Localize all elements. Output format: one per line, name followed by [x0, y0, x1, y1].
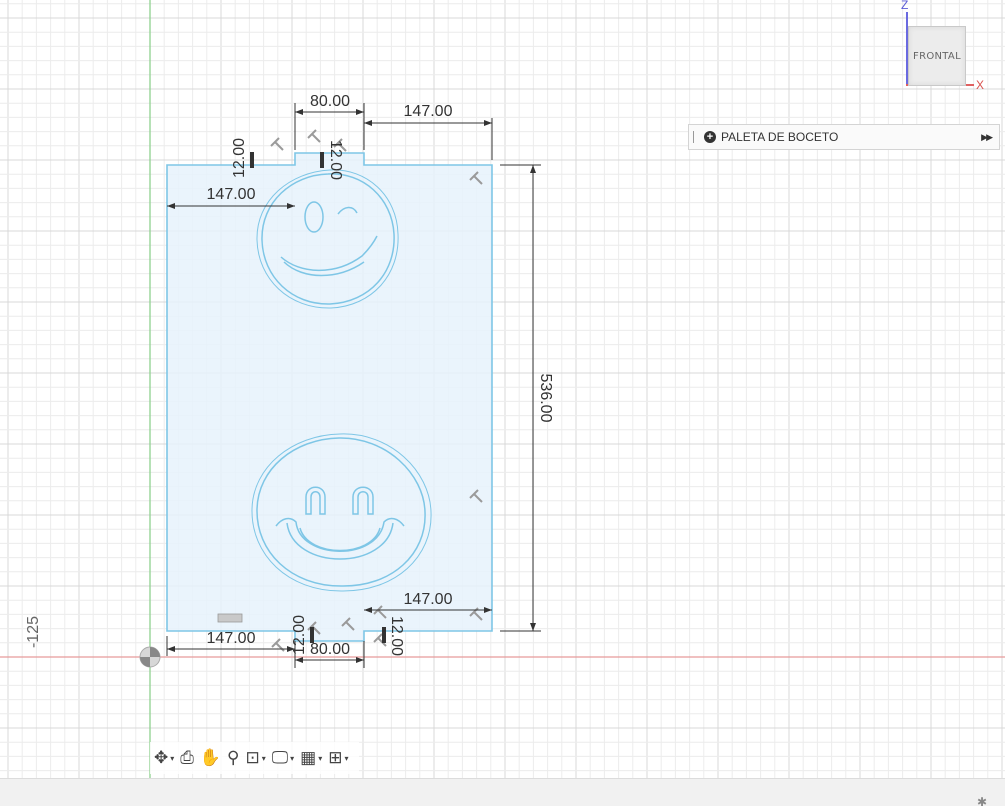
axis-coordinate-label: -125	[25, 616, 42, 648]
zoom-icon-glyph: ⚲	[227, 748, 240, 767]
pan-hand-icon-glyph: ✋	[199, 748, 222, 767]
display-settings-icon-glyph: 🖵	[271, 748, 289, 767]
grid-settings-icon[interactable]: ▦ ▾	[300, 748, 322, 768]
double-chevron-right-icon[interactable]: ▶▶	[981, 132, 993, 143]
dim-bottom-left-notch-depth[interactable]: 12.00	[291, 615, 308, 655]
dim-top-right-offset[interactable]: 147.00	[404, 103, 453, 120]
dim-bottom-notch-width[interactable]: 80.00	[310, 641, 350, 658]
plus-circle-icon[interactable]: +	[704, 131, 716, 143]
orbit-icon[interactable]: ✥ ▾	[154, 748, 174, 768]
orbit-icon-glyph: ✥	[154, 748, 169, 767]
horizontal-constraint-icon	[217, 613, 243, 623]
zoom-window-icon[interactable]: ⊡ ▾	[246, 748, 266, 768]
sketch-profile[interactable]	[166, 152, 493, 642]
pan-hand-icon[interactable]: ✋	[200, 748, 221, 768]
palette-title: PALETA DE BOCETO	[721, 130, 839, 144]
status-bar: ✱	[0, 778, 1005, 809]
look-at-icon-glyph: ⎙	[180, 748, 194, 767]
gear-icon[interactable]: ✱	[977, 795, 987, 809]
x-axis-label: X	[976, 78, 985, 92]
view-cube-face-label: FRONTAL	[913, 50, 961, 62]
dim-overall-height[interactable]: 536.00	[537, 374, 554, 423]
chevron-down-icon[interactable]: ▾	[345, 754, 349, 763]
look-at-icon[interactable]: ⎙	[180, 748, 194, 768]
grid-settings-icon-glyph: ▦	[300, 748, 317, 767]
view-cube[interactable]: Z X FRONTAL	[898, 0, 984, 92]
dim-top-notch-width[interactable]: 80.00	[310, 93, 350, 110]
navigation-toolbar: ✥ ▾ ⎙ ✋ ⚲ ⊡ ▾ 🖵 ▾ ▦ ▾ ⊞ ▾	[150, 742, 359, 774]
z-axis-label: Z	[901, 0, 909, 12]
chevron-down-icon[interactable]: ▾	[170, 754, 174, 763]
chevron-down-icon[interactable]: ▾	[290, 754, 294, 763]
dim-top-right-notch-depth[interactable]: 12.00	[327, 140, 344, 180]
display-settings-icon[interactable]: 🖵 ▾	[272, 748, 294, 768]
zoom-window-icon-glyph: ⊡	[245, 748, 260, 767]
viewports-icon[interactable]: ⊞ ▾	[328, 748, 348, 768]
view-cube-front-face[interactable]: FRONTAL	[908, 26, 966, 86]
chevron-down-icon[interactable]: ▾	[318, 754, 322, 763]
dim-bottom-right-notch-depth[interactable]: 12.00	[388, 616, 405, 656]
sketch-palette[interactable]: + PALETA DE BOCETO ▶▶	[688, 124, 1000, 150]
origin-point-icon[interactable]	[139, 646, 161, 668]
dim-bottom-right-offset[interactable]: 147.00	[404, 591, 453, 608]
palette-grip-handle[interactable]	[693, 131, 696, 143]
dim-top-left-offset[interactable]: 147.00	[207, 186, 256, 203]
viewports-icon-glyph: ⊞	[328, 748, 343, 767]
dim-top-left-notch-depth[interactable]: 12.00	[231, 138, 248, 178]
sketch-geometry[interactable]: 80.00 147.00 147.00 12.00 12.00 536.00 1…	[0, 0, 1005, 778]
dim-bottom-left-offset[interactable]: 147.00	[207, 630, 256, 647]
canvas-viewport[interactable]: 80.00 147.00 147.00 12.00 12.00 536.00 1…	[0, 0, 1005, 778]
chevron-down-icon[interactable]: ▾	[262, 754, 266, 763]
zoom-icon[interactable]: ⚲	[227, 748, 239, 768]
